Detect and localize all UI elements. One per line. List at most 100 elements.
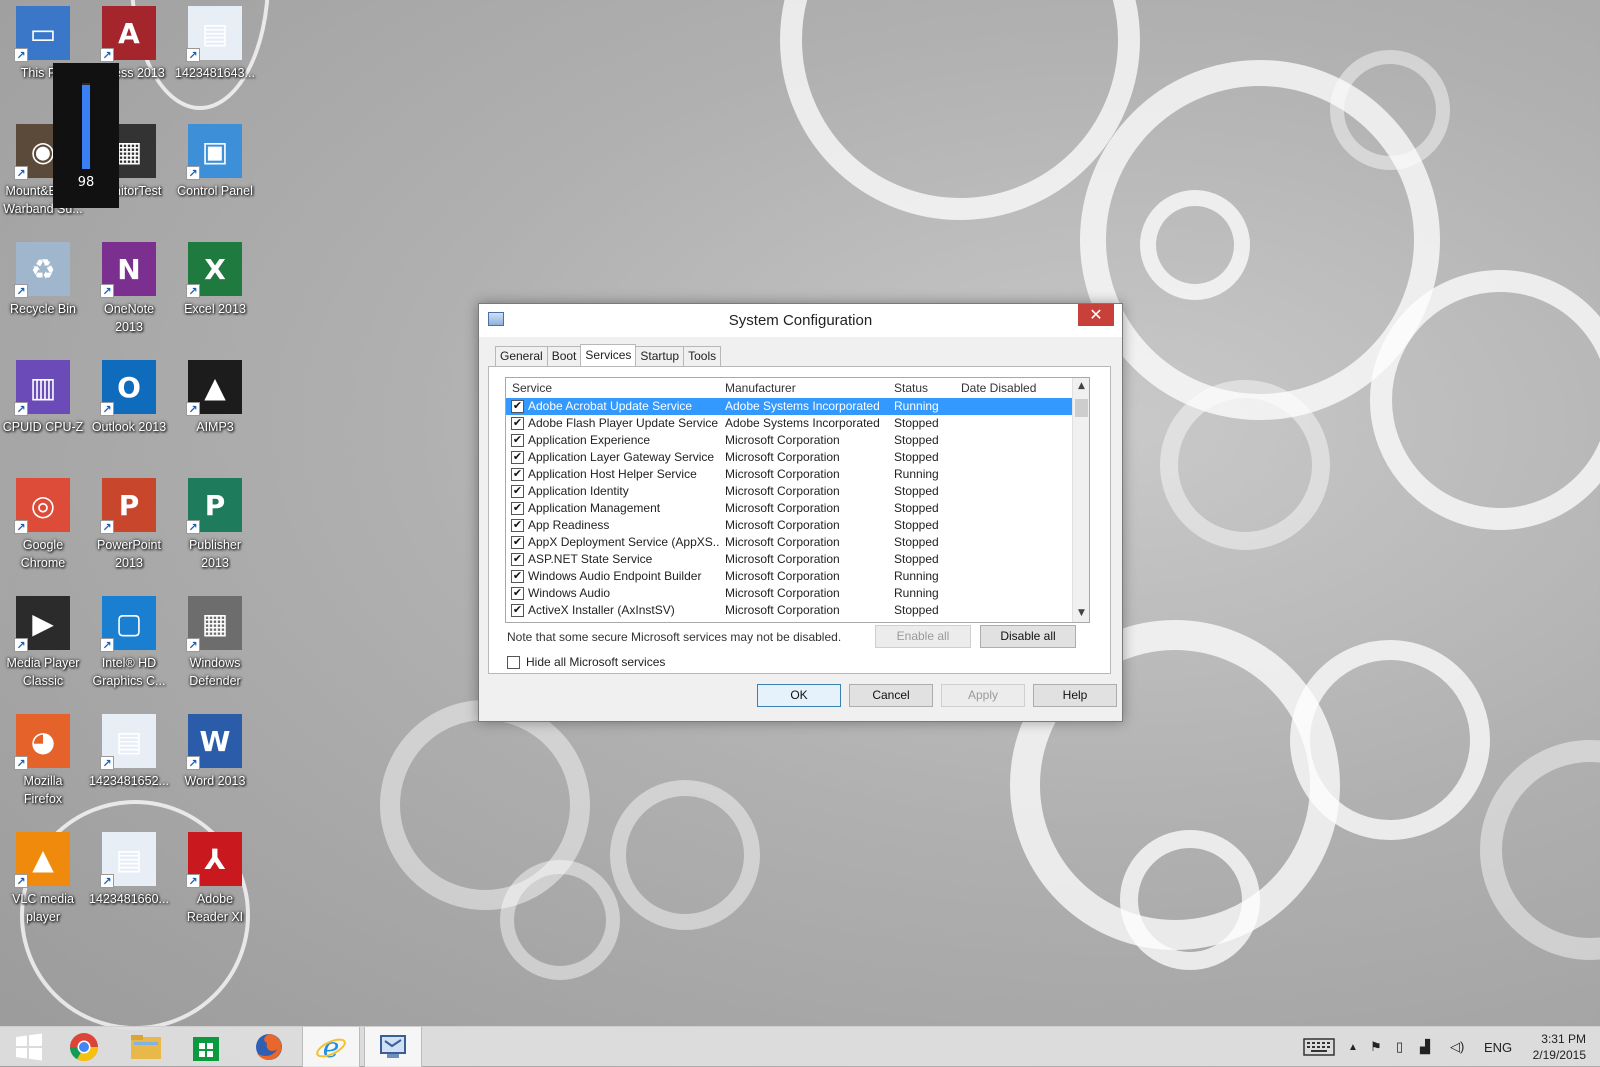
taskbar-firefox[interactable] — [240, 1027, 298, 1067]
hide-microsoft-services[interactable]: Hide all Microsoft services — [507, 655, 665, 669]
column-date-disabled[interactable]: Date Disabled — [961, 381, 1071, 395]
desktop-icon[interactable]: X ↗ Excel 2013 — [172, 242, 258, 318]
service-row[interactable]: ✔ ASP.NET State Service Microsoft Corporat… — [506, 551, 1073, 568]
service-row[interactable]: ✔ ActiveX Installer (AxInstSV) Microsoft C… — [506, 602, 1073, 619]
shortcut-arrow-icon: ↗ — [100, 402, 114, 416]
desktop-icon[interactable]: ▢ ↗ Intel® HD Graphics C... — [86, 596, 172, 690]
service-checkbox[interactable]: ✔ — [511, 604, 524, 617]
service-row[interactable]: ✔ Application Management Microsoft Corpora… — [506, 500, 1073, 517]
desktop-icon[interactable]: ◎ ↗ Google Chrome — [0, 478, 86, 572]
desktop-icon[interactable]: ▲ ↗ AIMP3 — [172, 360, 258, 436]
tab-services[interactable]: Services — [580, 344, 637, 366]
scroll-down-icon[interactable]: ▼ — [1073, 605, 1089, 622]
scroll-up-icon[interactable]: ▲ — [1073, 378, 1089, 395]
service-checkbox[interactable]: ✔ — [511, 570, 524, 583]
service-checkbox[interactable]: ✔ — [511, 587, 524, 600]
enable-all-button[interactable]: Enable all — [875, 625, 971, 648]
ok-button[interactable]: OK — [757, 684, 841, 707]
column-manufacturer[interactable]: Manufacturer — [725, 381, 890, 395]
service-checkbox[interactable]: ✔ — [511, 468, 524, 481]
close-button[interactable]: ✕ — [1078, 304, 1114, 326]
service-checkbox[interactable]: ✔ — [511, 434, 524, 447]
desktop-icon[interactable]: ▲ ↗ VLC media player — [0, 832, 86, 926]
network-button[interactable]: ▟ — [1420, 1027, 1430, 1067]
service-checkbox[interactable]: ✔ — [511, 451, 524, 464]
service-checkbox[interactable]: ✔ — [511, 485, 524, 498]
service-checkbox[interactable]: ✔ — [511, 553, 524, 566]
list-scrollbar[interactable]: ▲ ▼ — [1072, 378, 1089, 622]
service-status: Running — [894, 586, 939, 600]
desktop-icon[interactable]: O ↗ Outlook 2013 — [86, 360, 172, 436]
service-status: Stopped — [894, 603, 939, 617]
desktop-icon[interactable]: P ↗ PowerPoint 2013 — [86, 478, 172, 572]
desktop-icon[interactable]: W ↗ Word 2013 — [172, 714, 258, 790]
app-icon: N ↗ — [100, 242, 156, 298]
service-manufacturer: Microsoft Corporation — [725, 501, 840, 515]
power-button[interactable]: ▯ — [1396, 1027, 1403, 1067]
show-hidden-icons-button[interactable]: ▲ — [1348, 1027, 1358, 1067]
tab-startup[interactable]: Startup — [635, 346, 685, 366]
desktop-icon[interactable]: ⅄ ↗ Adobe Reader XI — [172, 832, 258, 926]
service-name: Application Host Helper Service — [528, 467, 697, 481]
tab-boot[interactable]: Boot — [546, 346, 582, 366]
service-manufacturer: Microsoft Corporation — [725, 552, 840, 566]
service-row[interactable]: ✔ Application Experience Microsoft Corpora… — [506, 432, 1073, 449]
column-service[interactable]: Service — [512, 381, 717, 395]
help-button[interactable]: Help — [1033, 684, 1117, 707]
taskbar-store[interactable] — [177, 1027, 235, 1067]
app-icon: ⅄ ↗ — [186, 832, 242, 888]
desktop-icon[interactable]: N ↗ OneNote 2013 — [86, 242, 172, 336]
service-manufacturer: Microsoft Corporation — [725, 603, 840, 617]
title-bar[interactable]: System Configuration ✕ — [479, 304, 1122, 337]
service-row[interactable]: ✔ Windows Audio Endpoint Builder Microsoft… — [506, 568, 1073, 585]
system-configuration-dialog: System Configuration ✕ General Boot Serv… — [478, 303, 1123, 722]
service-row[interactable]: ✔ Adobe Acrobat Update Service Adobe Syste… — [506, 398, 1073, 415]
desktop-icon-label: VLC media player — [12, 892, 74, 924]
service-checkbox[interactable]: ✔ — [511, 400, 524, 413]
desktop-icon[interactable]: ▦ ↗ Windows Defender — [172, 596, 258, 690]
service-manufacturer: Microsoft Corporation — [725, 467, 840, 481]
taskbar-internet-explorer[interactable]: e — [302, 1027, 360, 1067]
desktop-icon[interactable]: P ↗ Publisher 2013 — [172, 478, 258, 572]
app-icon: ▤ ↗ — [100, 714, 156, 770]
desktop-icon[interactable]: ▣ ↗ Control Panel — [172, 124, 258, 200]
service-checkbox[interactable]: ✔ — [511, 519, 524, 532]
clock[interactable]: 3:31 PM 2/19/2015 — [1533, 1031, 1586, 1063]
desktop-icon[interactable]: ▥ ↗ CPUID CPU-Z — [0, 360, 86, 436]
apply-button[interactable]: Apply — [941, 684, 1025, 707]
taskbar-system-configuration[interactable] — [364, 1027, 422, 1067]
service-checkbox[interactable]: ✔ — [511, 536, 524, 549]
desktop-icon[interactable]: ▶ ↗ Media Player Classic — [0, 596, 86, 690]
service-checkbox[interactable]: ✔ — [511, 417, 524, 430]
desktop-icon[interactable]: ▤ ↗ 1423481660... — [86, 832, 172, 908]
input-language-button[interactable]: ENG — [1484, 1027, 1512, 1067]
taskbar-file-explorer[interactable] — [117, 1027, 175, 1067]
taskbar-chrome[interactable] — [55, 1027, 113, 1067]
service-row[interactable]: ✔ Application Identity Microsoft Corporati… — [506, 483, 1073, 500]
scroll-thumb[interactable] — [1075, 399, 1088, 417]
disable-all-button[interactable]: Disable all — [980, 625, 1076, 648]
desktop-icon[interactable]: ▤ ↗ 1423481643... — [172, 6, 258, 82]
service-row[interactable]: ✔ Adobe Flash Player Update Service Adobe … — [506, 415, 1073, 432]
tab-general[interactable]: General — [495, 346, 548, 366]
volume-button[interactable]: ◁) — [1450, 1027, 1464, 1067]
hide-microsoft-services-checkbox[interactable] — [507, 655, 520, 669]
services-list[interactable]: Service Manufacturer Status Date Disable… — [505, 377, 1090, 623]
cancel-button[interactable]: Cancel — [849, 684, 933, 707]
service-status: Stopped — [894, 535, 939, 549]
touch-keyboard-button[interactable] — [1303, 1027, 1335, 1067]
tab-tools[interactable]: Tools — [683, 346, 722, 366]
desktop-icon[interactable]: ◕ ↗ Mozilla Firefox — [0, 714, 86, 808]
desktop-icon[interactable]: ♻ ↗ Recycle Bin — [0, 242, 86, 318]
action-center-button[interactable]: ⚑ — [1370, 1027, 1382, 1067]
column-status[interactable]: Status — [894, 381, 956, 395]
service-row[interactable]: ✔ AppX Deployment Service (AppXS... Micros… — [506, 534, 1073, 551]
start-button[interactable] — [0, 1027, 58, 1067]
shortcut-arrow-icon: ↗ — [14, 638, 28, 652]
service-row[interactable]: ✔ Application Host Helper Service Microsof… — [506, 466, 1073, 483]
service-row[interactable]: ✔ App Readiness Microsoft Corporation Stopp… — [506, 517, 1073, 534]
desktop-icon[interactable]: ▤ ↗ 1423481652... — [86, 714, 172, 790]
service-checkbox[interactable]: ✔ — [511, 502, 524, 515]
service-row[interactable]: ✔ Application Layer Gateway Service Micros… — [506, 449, 1073, 466]
service-row[interactable]: ✔ Windows Audio Microsoft Corporation Runni… — [506, 585, 1073, 602]
